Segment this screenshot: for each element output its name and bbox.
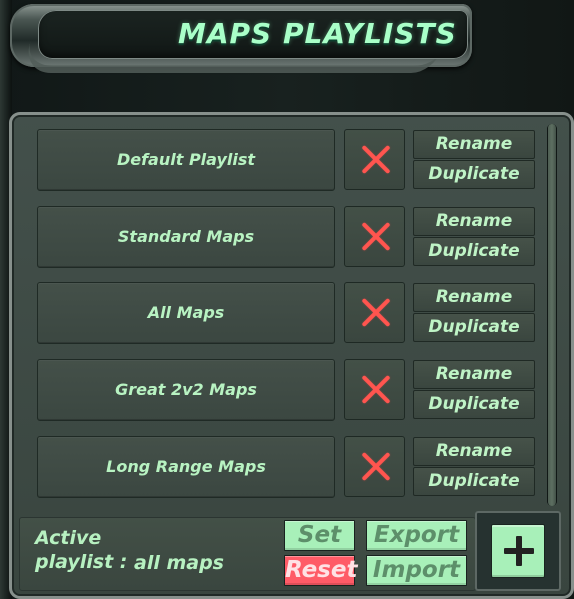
playlist-scrollbar[interactable] (547, 124, 557, 506)
duplicate-button[interactable]: Duplicate (413, 313, 535, 342)
duplicate-button[interactable]: Duplicate (413, 237, 535, 266)
playlist-row-all-maps: All Maps Rename Duplicate (23, 282, 543, 344)
playlist-list: Default Playlist Rename Duplicate Standa… (23, 122, 543, 507)
set-button[interactable]: Set (284, 520, 355, 551)
close-icon (360, 297, 390, 327)
playlist-scrollbar-thumb[interactable] (548, 124, 556, 506)
duplicate-button[interactable]: Duplicate (413, 467, 535, 496)
rename-button[interactable]: Rename (413, 130, 535, 159)
close-icon (360, 451, 390, 481)
delete-playlist-button[interactable] (344, 359, 405, 420)
delete-playlist-button[interactable] (344, 129, 405, 190)
close-icon (360, 374, 390, 404)
playlist-panel: Default Playlist Rename Duplicate Standa… (9, 112, 574, 599)
playlist-name-button[interactable]: Long Range Maps (37, 436, 335, 498)
rename-button[interactable]: Rename (413, 207, 535, 236)
playlist-name-button[interactable]: All Maps (37, 282, 335, 344)
playlist-row-standard-maps: Standard Maps Rename Duplicate (23, 206, 543, 268)
playlist-name-button[interactable]: Standard Maps (37, 206, 335, 268)
playlist-row-long-range-maps: Long Range Maps Rename Duplicate (23, 436, 543, 498)
reset-button[interactable]: Reset (284, 555, 357, 586)
playlist-name-button[interactable]: Default Playlist (37, 129, 335, 191)
rename-button[interactable]: Rename (413, 360, 535, 389)
rename-button[interactable]: Rename (413, 437, 535, 466)
delete-playlist-button[interactable] (344, 282, 405, 343)
close-icon (360, 221, 390, 251)
playlist-row-default-playlist: Default Playlist Rename Duplicate (23, 129, 543, 191)
active-playlist-value: all maps (134, 552, 224, 574)
close-icon (360, 144, 390, 174)
rename-button[interactable]: Rename (413, 283, 535, 312)
add-playlist-frame (475, 511, 561, 591)
playlist-name-button[interactable]: Great 2v2 Maps (37, 359, 335, 421)
add-playlist-button[interactable] (491, 524, 545, 578)
export-button[interactable]: Export (366, 520, 467, 551)
maps-playlists-window: MAPS PLAYLISTS Default Playlist Rename D… (0, 0, 574, 599)
plus-icon (504, 536, 534, 566)
import-button[interactable]: Import (366, 555, 467, 586)
duplicate-button[interactable]: Duplicate (413, 390, 535, 419)
delete-playlist-button[interactable] (344, 436, 405, 497)
delete-playlist-button[interactable] (344, 206, 405, 267)
window-title: MAPS PLAYLISTS (178, 17, 457, 50)
playlist-row-great-2v2-maps: Great 2v2 Maps Rename Duplicate (23, 359, 543, 421)
title-bar: MAPS PLAYLISTS (10, 4, 472, 73)
duplicate-button[interactable]: Duplicate (413, 160, 535, 189)
active-playlist-label: Active playlist : (35, 527, 128, 573)
active-playlist-panel: Active playlist : all maps Set Reset Exp… (19, 517, 476, 591)
